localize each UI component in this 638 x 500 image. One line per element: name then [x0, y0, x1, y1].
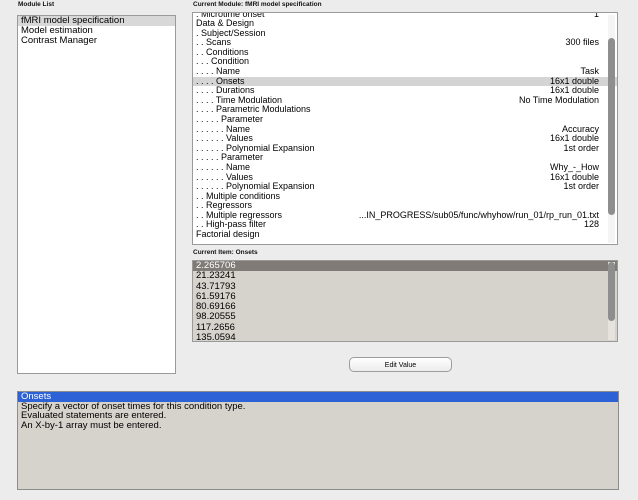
- item-value-row[interactable]: 135.0594: [193, 332, 617, 341]
- tree-row[interactable]: . . Multiple conditions: [193, 191, 617, 202]
- module-tree[interactable]: . Microtime onset 1 Data & Design. Subject…: [192, 12, 618, 245]
- tree-row-value: 1st order: [563, 142, 599, 153]
- tree-row-value: 300 files: [565, 37, 599, 48]
- item-rows: 2.265706 21.23241 43.71793 61.59176 80.69166…: [193, 261, 617, 341]
- tree-row-value: 1st order: [563, 181, 599, 192]
- item-scrollbar-thumb[interactable]: [608, 262, 615, 321]
- module-item[interactable]: Contrast Manager: [18, 36, 175, 46]
- tree-row-value: ...IN_PROGRESS/sub05/func/whyhow/run_01/…: [358, 209, 599, 220]
- help-text-panel: Onsets Specify a vector of onset times fo…: [17, 391, 619, 490]
- item-value-row[interactable]: 98.20555: [193, 312, 617, 323]
- tree-row-value: No Time Modulation: [518, 94, 599, 105]
- item-scrollbar[interactable]: [608, 262, 615, 340]
- tree-scrollbar[interactable]: [608, 15, 615, 243]
- item-value-row[interactable]: 2.265706: [193, 261, 617, 272]
- tree-rows: . Microtime onset 1 Data & Design. Subject…: [193, 13, 617, 240]
- tree-row-value: 1: [593, 13, 599, 19]
- tree-row[interactable]: . . . Condition: [193, 57, 617, 67]
- tree-row[interactable]: Factorial design: [193, 229, 617, 240]
- edit-value-button[interactable]: Edit Value: [349, 357, 452, 372]
- tree-row[interactable]: . . . . . Parameter: [193, 114, 617, 125]
- tree-row[interactable]: . . Conditions: [193, 47, 617, 58]
- tree-row-value: 128: [583, 219, 599, 230]
- tree-row-label: . Microtime onset: [196, 13, 265, 19]
- current-item-list[interactable]: 2.265706 21.23241 43.71793 61.59176 80.69166…: [192, 260, 618, 342]
- current-item-label: Current Item: Onsets: [193, 249, 258, 256]
- item-value-row[interactable]: 21.23241: [193, 270, 617, 281]
- tree-scrollbar-thumb[interactable]: [608, 37, 615, 216]
- module-list[interactable]: fMRI model specification Model estimation…: [17, 15, 176, 374]
- tree-row[interactable]: . Subject/Session: [193, 28, 617, 39]
- tree-row[interactable]: . . Scans 300 files: [193, 38, 617, 48]
- help-line: An X-by-1 array must be entered.: [21, 419, 162, 431]
- module-list-label: Module List: [18, 1, 55, 8]
- item-value-row[interactable]: 43.71793: [193, 281, 617, 292]
- item-value-row[interactable]: 61.59176: [193, 291, 617, 302]
- current-module-label: Current Module: fMRI model specification: [193, 1, 322, 8]
- tree-row-label: Factorial design: [196, 229, 260, 240]
- item-value-row[interactable]: 80.69166: [193, 301, 617, 312]
- spm-batch-window: Module List Current Module: fMRI model s…: [0, 0, 638, 500]
- item-value-row[interactable]: 117.2656: [193, 322, 617, 333]
